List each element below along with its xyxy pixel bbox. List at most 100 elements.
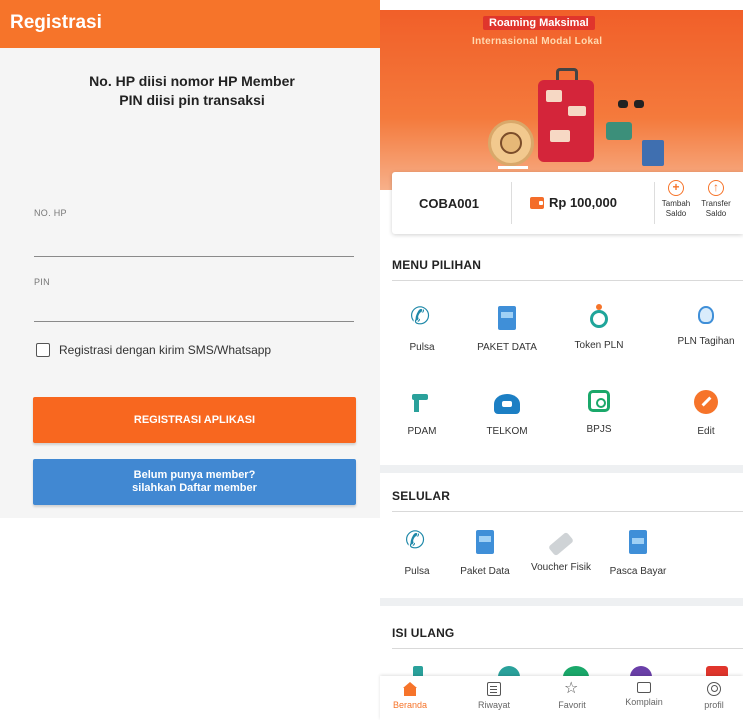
menu-pilihan-title: MENU PILIHAN bbox=[392, 258, 482, 272]
nav-favorit[interactable]: Favorit bbox=[542, 678, 602, 710]
menu-item-edit[interactable]: Edit bbox=[661, 390, 743, 437]
hat-band-illustration bbox=[500, 132, 522, 154]
phone-input[interactable] bbox=[34, 222, 354, 256]
transfer-label-1: Transfer bbox=[701, 199, 731, 208]
transfer-circle-icon: ↑ bbox=[708, 180, 724, 196]
registration-blank-area bbox=[0, 518, 380, 720]
menu-item-label: PLN Tagihan bbox=[677, 336, 735, 347]
transfer-label-2: Saldo bbox=[705, 209, 727, 218]
nav-label: profil bbox=[704, 700, 724, 710]
nav-beranda[interactable]: Beranda bbox=[380, 682, 440, 710]
banner-title: Roaming Maksimal bbox=[483, 16, 595, 30]
balance-amount: Rp 100,000 bbox=[530, 195, 617, 210]
sticker-illustration bbox=[546, 90, 562, 102]
sunglasses-illustration bbox=[618, 100, 644, 108]
menu-item-label: Edit bbox=[697, 426, 715, 437]
phone-label: NO. HP bbox=[34, 208, 67, 218]
data-card-icon bbox=[498, 306, 516, 330]
instruction-line-2: PIN diisi pin transaksi bbox=[119, 92, 265, 108]
section-divider bbox=[392, 648, 743, 649]
pin-input-underline bbox=[34, 321, 354, 322]
menu-item-label: PDAM bbox=[407, 426, 437, 437]
registration-screen: Registrasi No. HP diisi nomor HP Member … bbox=[0, 0, 380, 720]
sticker-illustration bbox=[550, 130, 570, 142]
nav-riwayat[interactable]: Riwayat bbox=[464, 682, 524, 710]
selular-item-voucher-fisik[interactable]: Voucher Fisik bbox=[521, 530, 601, 573]
profile-icon bbox=[707, 682, 721, 696]
menu-item-label: TELKOM bbox=[486, 426, 528, 437]
home-screen: Roaming Maksimal Internasional Modal Lok… bbox=[380, 0, 743, 720]
banner-subtitle: Internasional Modal Lokal bbox=[472, 36, 603, 47]
member-id: COBA001 bbox=[419, 196, 479, 211]
sms-whatsapp-checkbox-label: Registrasi dengan kirim SMS/Whatsapp bbox=[59, 343, 272, 357]
menu-item-pulsa[interactable]: Pulsa bbox=[377, 302, 467, 353]
menu-item-label: BPJS bbox=[586, 424, 612, 435]
pin-label: PIN bbox=[34, 277, 50, 287]
selular-item-pasca-bayar[interactable]: Pasca Bayar bbox=[598, 530, 678, 577]
nav-profil[interactable]: profil bbox=[689, 682, 739, 710]
nav-komplain[interactable]: Komplain bbox=[614, 682, 674, 707]
home-icon bbox=[403, 682, 417, 696]
promo-banner[interactable]: Roaming Maksimal Internasional Modal Lok… bbox=[380, 10, 743, 190]
selular-item-paket-data[interactable]: Paket Data bbox=[445, 530, 525, 577]
top-up-label-2: Saldo bbox=[665, 209, 687, 218]
token-icon bbox=[590, 304, 608, 328]
water-tap-icon bbox=[410, 390, 434, 414]
history-icon bbox=[487, 682, 501, 696]
menu-item-label: Pulsa bbox=[409, 342, 435, 353]
plane-illustration bbox=[498, 166, 528, 169]
voucher-card-icon bbox=[547, 531, 575, 557]
transfer-saldo-button[interactable]: ↑ Transfer Saldo bbox=[698, 180, 734, 219]
menu-item-label: Voucher Fisik bbox=[530, 562, 592, 573]
app-bar-title: Registrasi bbox=[10, 12, 102, 33]
telephone-icon bbox=[494, 394, 520, 414]
nav-label: Komplain bbox=[625, 697, 663, 707]
edit-pencil-icon bbox=[694, 390, 718, 414]
signup-line-1: Belum punya member? bbox=[133, 469, 256, 481]
plus-circle-icon: + bbox=[668, 180, 684, 196]
menu-item-token-pln[interactable]: Token PLN bbox=[554, 304, 644, 351]
phone-signal-icon bbox=[410, 302, 434, 331]
screen-root: Registrasi No. HP diisi nomor HP Member … bbox=[0, 0, 743, 720]
app-bar: Registrasi bbox=[0, 0, 380, 48]
section-divider bbox=[392, 511, 743, 512]
section-separator bbox=[380, 598, 743, 606]
postpaid-card-icon bbox=[629, 530, 647, 554]
complaint-icon bbox=[637, 682, 651, 693]
menu-item-label: Paket Data bbox=[460, 566, 510, 577]
nav-label: Favorit bbox=[558, 700, 586, 710]
sms-whatsapp-checkbox[interactable] bbox=[36, 343, 50, 357]
menu-item-label: Pasca Bayar bbox=[609, 566, 667, 577]
menu-item-bpjs[interactable]: BPJS bbox=[554, 390, 644, 435]
signup-member-button[interactable]: Belum punya member? silahkan Daftar memb… bbox=[33, 459, 356, 505]
instruction-text: No. HP diisi nomor HP Member PIN diisi p… bbox=[0, 72, 384, 110]
wallet-icon bbox=[530, 196, 544, 209]
camera-illustration bbox=[606, 122, 632, 140]
menu-item-paket-data[interactable]: PAKET DATA bbox=[462, 306, 552, 353]
top-up-saldo-button[interactable]: + Tambah Saldo bbox=[658, 180, 694, 219]
menu-item-telkom[interactable]: TELKOM bbox=[462, 390, 552, 437]
section-separator bbox=[380, 465, 743, 473]
balance-divider bbox=[511, 182, 512, 224]
menu-item-pln-tagihan[interactable]: PLN Tagihan bbox=[661, 306, 743, 347]
bottom-navigation: Beranda Riwayat Favorit Komplain profil bbox=[380, 676, 743, 720]
bulb-icon bbox=[698, 306, 714, 324]
data-card-icon bbox=[476, 530, 494, 554]
balance-value: Rp 100,000 bbox=[549, 195, 617, 210]
sms-whatsapp-checkbox-row[interactable]: Registrasi dengan kirim SMS/Whatsapp bbox=[36, 343, 271, 357]
pin-input[interactable] bbox=[34, 290, 354, 322]
register-app-button[interactable]: REGISTRASI APLIKASI bbox=[33, 397, 356, 443]
balance-card: COBA001 Rp 100,000 + Tambah Saldo ↑ Tran… bbox=[392, 172, 743, 234]
sticker-illustration bbox=[568, 106, 586, 116]
top-up-label-1: Tambah bbox=[661, 199, 691, 208]
section-divider bbox=[392, 280, 743, 281]
balance-divider bbox=[654, 182, 655, 224]
phone-signal-icon bbox=[405, 526, 429, 555]
nav-label: Riwayat bbox=[477, 700, 510, 710]
menu-item-label: PAKET DATA bbox=[477, 342, 537, 353]
nav-label: Beranda bbox=[392, 700, 428, 710]
selular-title: SELULAR bbox=[392, 489, 451, 503]
menu-item-pdam[interactable]: PDAM bbox=[377, 390, 467, 437]
signup-line-2: silahkan Daftar member bbox=[132, 482, 257, 494]
instruction-line-1: No. HP diisi nomor HP Member bbox=[89, 73, 295, 89]
